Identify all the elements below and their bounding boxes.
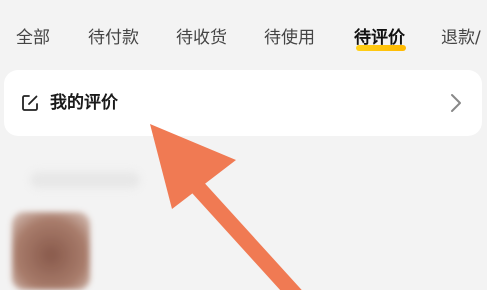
order-tabs: 全部 待付款 待收货 待使用 待评价 退款/ xyxy=(0,0,487,66)
tab-pending-payment[interactable]: 待付款 xyxy=(88,27,139,49)
chevron-right-icon xyxy=(451,94,461,112)
blurred-order-item xyxy=(0,150,487,290)
tab-refund[interactable]: 退款/ xyxy=(441,27,481,49)
tab-pending-use[interactable]: 待使用 xyxy=(264,27,315,49)
my-reviews-label: 我的评价 xyxy=(50,93,118,113)
product-thumbnail xyxy=(12,212,90,290)
edit-icon xyxy=(22,95,38,111)
blurred-shop-name xyxy=(30,172,140,188)
my-reviews-entry[interactable]: 我的评价 xyxy=(4,70,482,136)
tab-pending-receipt[interactable]: 待收货 xyxy=(176,27,227,49)
tab-pending-review[interactable]: 待评价 xyxy=(354,27,405,49)
tab-all[interactable]: 全部 xyxy=(16,27,50,49)
